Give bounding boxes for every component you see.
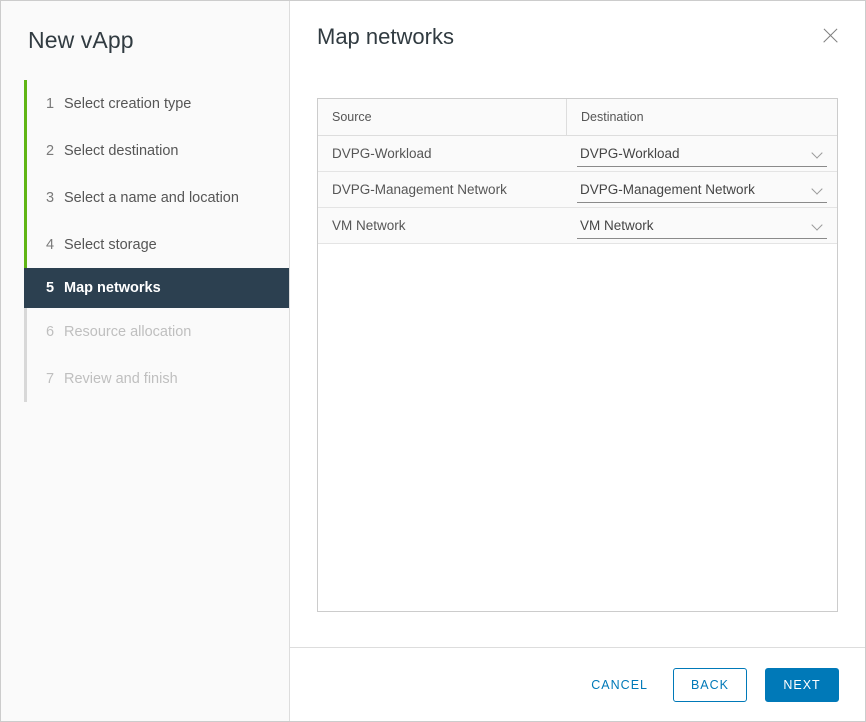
sidebar-step-resource-allocation: 6 Resource allocation	[24, 308, 289, 355]
sidebar-step-select-creation-type[interactable]: 1 Select creation type	[24, 80, 289, 127]
column-header-source: Source	[318, 99, 567, 135]
step-label: Select creation type	[64, 95, 192, 112]
close-icon[interactable]	[818, 23, 844, 49]
step-number: 5	[46, 280, 55, 296]
column-header-destination: Destination	[581, 110, 644, 124]
destination-network-select[interactable]: DVPG-Management Network	[577, 177, 827, 203]
destination-cell: DVPG-Management Network	[567, 172, 837, 207]
sidebar-step-select-destination[interactable]: 2 Select destination	[24, 127, 289, 174]
wizard-steps: 1 Select creation type 2 Select destinat…	[1, 80, 289, 402]
destination-cell: VM Network	[567, 208, 837, 243]
panel-header: Map networks	[290, 1, 865, 73]
step-label: Select storage	[64, 236, 157, 253]
page-title: Map networks	[317, 24, 454, 49]
sidebar-step-select-storage[interactable]: 4 Select storage	[24, 221, 289, 268]
next-button[interactable]: NEXT	[765, 667, 839, 702]
step-number: 3	[46, 189, 55, 206]
destination-cell: DVPG-Workload	[567, 136, 837, 171]
destination-network-select[interactable]: DVPG-Workload	[577, 141, 827, 167]
step-number: 4	[46, 236, 55, 253]
table-row: DVPG-Management Network DVPG-Management …	[318, 172, 837, 208]
wizard-title: New vApp	[28, 27, 134, 53]
sidebar-step-review-and-finish: 7 Review and finish	[24, 355, 289, 402]
step-label: Map networks	[64, 280, 161, 296]
step-label: Resource allocation	[64, 323, 192, 340]
step-label: Select destination	[64, 142, 179, 159]
table-row: VM Network VM Network	[318, 208, 837, 244]
destination-network-value: DVPG-Workload	[580, 145, 680, 161]
table-header-row: Source Destination	[318, 99, 837, 136]
source-network-label: DVPG-Workload	[332, 146, 432, 161]
sidebar-step-map-networks[interactable]: 5 Map networks	[24, 268, 289, 308]
table-empty-area	[318, 244, 837, 611]
back-button[interactable]: BACK	[673, 667, 747, 702]
cancel-button[interactable]: CANCEL	[584, 668, 655, 702]
wizard-sidebar: New vApp 1 Select creation type 2 Select…	[1, 1, 290, 721]
chevron-down-icon	[812, 147, 824, 159]
chevron-down-icon	[812, 219, 824, 231]
step-number: 7	[46, 370, 55, 387]
step-label: Review and finish	[64, 370, 178, 387]
panel-body: Source Destination DVPG-Workload DVPG-Wo…	[290, 73, 865, 647]
step-number: 1	[46, 95, 55, 112]
network-mapping-table: Source Destination DVPG-Workload DVPG-Wo…	[317, 98, 838, 612]
step-number: 6	[46, 323, 55, 340]
sidebar-step-select-a-name-and-location[interactable]: 3 Select a name and location	[24, 174, 289, 221]
wizard-footer: CANCEL BACK NEXT	[290, 647, 865, 721]
new-vapp-wizard: New vApp 1 Select creation type 2 Select…	[0, 0, 866, 722]
destination-network-value: VM Network	[580, 217, 654, 233]
wizard-main-panel: Map networks Source Destination DVPG-Wor…	[290, 1, 865, 721]
source-network-label: DVPG-Management Network	[332, 182, 507, 197]
step-label: Select a name and location	[64, 189, 239, 206]
source-network-label: VM Network	[332, 218, 406, 233]
destination-network-select[interactable]: VM Network	[577, 213, 827, 239]
chevron-down-icon	[812, 183, 824, 195]
table-row: DVPG-Workload DVPG-Workload	[318, 136, 837, 172]
destination-network-value: DVPG-Management Network	[580, 181, 755, 197]
step-number: 2	[46, 142, 55, 159]
